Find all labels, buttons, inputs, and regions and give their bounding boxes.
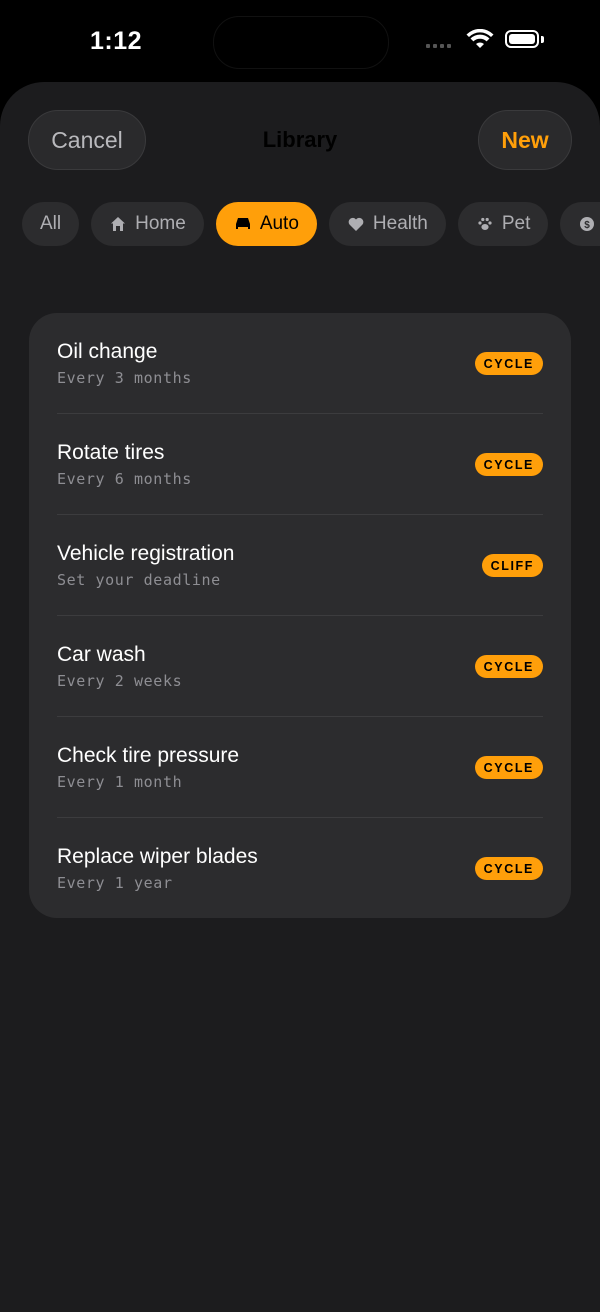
chip-label: All (40, 213, 62, 234)
list-item[interactable]: Rotate tires Every 6 months CYCLE (29, 414, 571, 515)
heart-icon (347, 215, 365, 233)
item-title: Vehicle registration (57, 542, 235, 565)
category-chip-pet[interactable]: Pet (457, 202, 549, 246)
type-badge: CYCLE (474, 352, 543, 375)
status-bar: 1:12 (0, 0, 600, 82)
list-item[interactable]: Replace wiper blades Every 1 year CYCLE (29, 818, 571, 918)
status-time: 1:12 (90, 27, 143, 55)
category-chip-auto[interactable]: Auto (215, 202, 317, 246)
type-badge: CYCLE (474, 453, 543, 476)
category-chip-health[interactable]: Health (328, 202, 446, 246)
house-icon (109, 215, 127, 233)
item-subtitle: Every 1 year (57, 874, 173, 892)
dollar-coin-icon: $ (578, 215, 596, 233)
item-title: Rotate tires (57, 441, 165, 464)
category-filter-bar: All Home Auto Health Pet $ Fi (22, 202, 600, 248)
item-subtitle: Every 1 month (57, 773, 183, 791)
svg-text:$: $ (585, 220, 591, 231)
item-title: Check tire pressure (57, 744, 240, 767)
category-chip-finance[interactable]: $ Fi (560, 202, 600, 246)
paw-icon (476, 215, 494, 233)
chip-label: Home (135, 213, 186, 234)
item-title: Oil change (57, 340, 158, 363)
library-sheet: Cancel Library New All Home Auto Health … (0, 82, 600, 1312)
list-item[interactable]: Car wash Every 2 weeks CYCLE (29, 616, 571, 717)
battery-cap (541, 36, 544, 43)
dynamic-island (213, 16, 389, 69)
list-item[interactable]: Check tire pressure Every 1 month CYCLE (29, 717, 571, 818)
item-subtitle: Every 2 weeks (57, 672, 183, 690)
category-chip-all[interactable]: All (22, 202, 80, 246)
item-title: Replace wiper blades (57, 845, 258, 868)
chip-label: Auto (259, 213, 299, 234)
cellular-signal-icon (426, 44, 451, 48)
type-badge: CYCLE (474, 655, 543, 678)
item-subtitle: Every 3 months (57, 369, 192, 387)
chip-label: Health (372, 213, 428, 234)
item-title: Car wash (57, 643, 146, 666)
category-chip-home[interactable]: Home (91, 202, 204, 246)
item-subtitle: Set your deadline (57, 571, 221, 589)
wifi-icon (466, 28, 494, 54)
chip-label: Pet (501, 213, 531, 234)
battery-icon (505, 30, 539, 48)
list-item[interactable]: Vehicle registration Set your deadline C… (29, 515, 571, 616)
item-subtitle: Every 6 months (57, 470, 192, 488)
type-badge: CYCLE (474, 756, 543, 779)
type-badge: CYCLE (474, 857, 543, 880)
list-item[interactable]: Oil change Every 3 months CYCLE (29, 313, 571, 414)
type-badge: CLIFF (481, 554, 543, 577)
car-icon (234, 215, 252, 233)
template-list: Oil change Every 3 months CYCLE Rotate t… (29, 313, 571, 918)
new-button[interactable]: New (478, 110, 572, 170)
